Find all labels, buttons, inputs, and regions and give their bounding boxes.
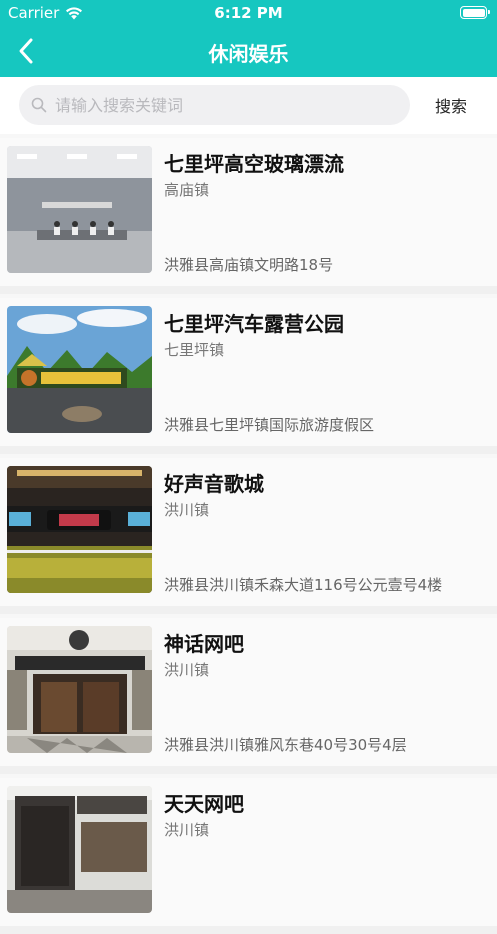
status-time: 6:12 PM: [214, 4, 283, 22]
nav-bar: 休闲娱乐: [0, 26, 497, 77]
venue-photo: [7, 786, 152, 913]
venue-photo: [7, 306, 152, 433]
venue-town: 洪川镇: [164, 501, 210, 519]
list-item[interactable]: 七里坪高空玻璃漂流 高庙镇 洪雅县高庙镇文明路18号: [0, 134, 497, 294]
venue-address: 洪雅县洪川镇雅风东巷40号30号4层: [164, 736, 407, 754]
divider: [0, 606, 497, 614]
venue-list: 七里坪高空玻璃漂流 高庙镇 洪雅县高庙镇文明路18号 七里坪汽车露营公园 七里坪…: [0, 134, 497, 934]
venue-address: 洪雅县洪川镇禾森大道116号公元壹号4楼: [164, 576, 443, 594]
venue-name: 七里坪汽车露营公园: [164, 312, 344, 336]
venue-town: 高庙镇: [164, 181, 210, 199]
page-title: 休闲娱乐: [208, 42, 289, 66]
venue-address: 洪雅县七里坪镇国际旅游度假区: [164, 416, 375, 434]
divider: [0, 926, 497, 934]
list-item-card[interactable]: 七里坪汽车露营公园 七里坪镇 洪雅县七里坪镇国际旅游度假区: [0, 298, 497, 446]
venue-address: 洪雅县高庙镇文明路18号: [164, 256, 334, 274]
venue-name: 神话网吧: [164, 632, 244, 656]
search-icon: [31, 97, 47, 113]
divider: [0, 286, 497, 294]
venue-town: 洪川镇: [164, 821, 210, 839]
list-item-card[interactable]: 好声音歌城 洪川镇 洪雅县洪川镇禾森大道116号公元壹号4楼: [0, 458, 497, 606]
venue-name: 好声音歌城: [164, 472, 264, 496]
list-item[interactable]: 天天网吧 洪川镇: [0, 774, 497, 934]
list-item[interactable]: 神话网吧 洪川镇 洪雅县洪川镇雅风东巷40号30号4层: [0, 614, 497, 774]
divider: [0, 446, 497, 454]
list-item[interactable]: 七里坪汽车露营公园 七里坪镇 洪雅县七里坪镇国际旅游度假区: [0, 294, 497, 454]
venue-town: 洪川镇: [164, 661, 210, 679]
venue-photo: [7, 466, 152, 593]
search-row: 搜索: [0, 77, 497, 134]
list-item[interactable]: 好声音歌城 洪川镇 洪雅县洪川镇禾森大道116号公元壹号4楼: [0, 454, 497, 614]
venue-photo: [7, 626, 152, 753]
battery-icon: [460, 6, 490, 19]
venue-town: 七里坪镇: [164, 341, 225, 359]
list-item-card[interactable]: 天天网吧 洪川镇: [0, 778, 497, 926]
status-bar: Carrier 6:12 PM: [0, 0, 497, 26]
venue-name: 天天网吧: [164, 792, 244, 816]
list-item-card[interactable]: 七里坪高空玻璃漂流 高庙镇 洪雅县高庙镇文明路18号: [0, 138, 497, 286]
divider: [0, 766, 497, 774]
venue-name: 七里坪高空玻璃漂流: [164, 152, 344, 176]
search-input[interactable]: [55, 95, 385, 115]
search-button[interactable]: 搜索: [435, 93, 467, 117]
venue-photo: [7, 146, 152, 273]
list-item-card[interactable]: 神话网吧 洪川镇 洪雅县洪川镇雅风东巷40号30号4层: [0, 618, 497, 766]
search-box[interactable]: [19, 85, 410, 125]
